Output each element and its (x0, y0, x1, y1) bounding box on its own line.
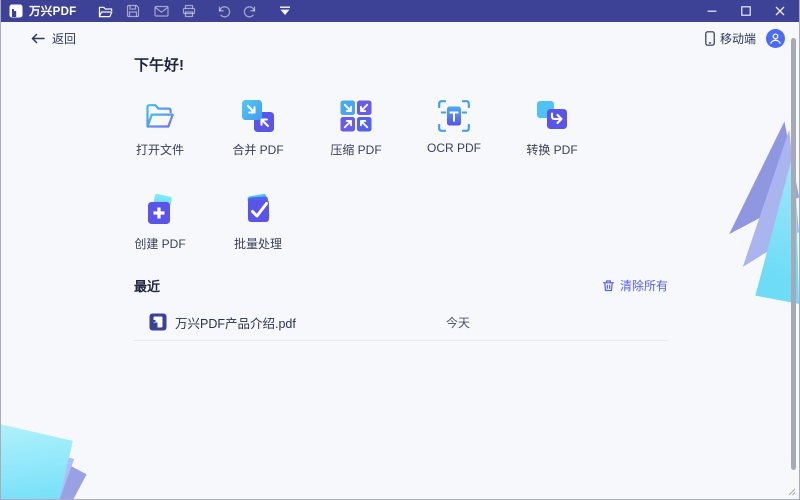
window-controls (699, 1, 793, 21)
action-label: OCR PDF (427, 141, 481, 155)
decoration-bottom-left-back (1, 446, 87, 499)
actions-row-2: 创建 PDF 批量处理 (111, 192, 307, 252)
clear-all-button[interactable]: 清除所有 (602, 277, 668, 294)
recent-file-row[interactable]: 万兴PDF产品介绍.pdf 今天 (134, 304, 668, 341)
back-label: 返回 (52, 31, 77, 46)
redo-icon[interactable] (242, 4, 259, 19)
open-folder-icon[interactable] (97, 4, 114, 19)
maximize-button[interactable] (733, 1, 759, 21)
mail-icon[interactable] (153, 4, 170, 19)
titlebar-history-tools (216, 4, 259, 19)
subheader: 返回 移动端 (1, 22, 799, 54)
resize-grip[interactable] (788, 488, 796, 496)
action-label: 批量处理 (233, 237, 282, 251)
trash-icon (602, 280, 615, 292)
clear-all-label: 清除所有 (619, 279, 668, 293)
print-icon[interactable] (181, 4, 198, 19)
actions-row-1: 打开文件 合并 PDF 压缩 PDF OCR PDF 转换 PDF (111, 98, 601, 158)
person-icon (770, 32, 781, 44)
titlebar-file-tools (97, 4, 198, 19)
minimize-button[interactable] (699, 1, 725, 21)
open-file-icon (142, 98, 178, 134)
toolbar-collapse-icon[interactable] (277, 4, 294, 19)
action-convert-pdf[interactable]: 转换 PDF (503, 98, 601, 158)
merge-pdf-icon (240, 98, 276, 134)
vertical-scrollbar[interactable] (791, 38, 796, 470)
titlebar: 万兴PDF (1, 0, 799, 22)
action-label: 打开文件 (135, 143, 184, 157)
mobile-label: 移动端 (719, 31, 756, 46)
action-batch-process[interactable]: 批量处理 (209, 192, 307, 252)
greeting-title: 下午好! (134, 57, 184, 74)
action-compress-pdf[interactable]: 压缩 PDF (307, 98, 405, 158)
convert-pdf-icon (534, 98, 570, 134)
action-label: 合并 PDF (232, 143, 284, 157)
action-label: 创建 PDF (134, 237, 186, 251)
action-ocr-pdf[interactable]: OCR PDF (405, 98, 503, 158)
decoration-bottom-left-mid (1, 436, 75, 499)
action-label: 转换 PDF (526, 143, 578, 157)
file-date: 今天 (446, 315, 471, 330)
file-name: 万兴PDF产品介绍.pdf (175, 316, 296, 331)
app-logo-icon (9, 4, 23, 18)
action-merge-pdf[interactable]: 合并 PDF (209, 98, 307, 158)
recent-title: 最近 (134, 279, 161, 294)
recent-section: 最近 清除所有 万兴PDF产品介绍.pdf 今天 (134, 276, 668, 341)
undo-icon[interactable] (216, 4, 233, 19)
action-open-file[interactable]: 打开文件 (111, 98, 209, 158)
back-arrow-icon (31, 33, 45, 43)
action-label: 压缩 PDF (330, 143, 382, 157)
pdf-file-icon (149, 313, 167, 331)
decoration-bottom-left-front (1, 422, 73, 499)
app-window: 万兴PDF 返回 移动端 下午好! 打开文件 合并 PDF 压缩 PDF OCR… (0, 0, 800, 500)
close-button[interactable] (767, 1, 793, 21)
create-pdf-icon (142, 192, 178, 228)
decoration-right-fan (702, 105, 799, 310)
account-avatar[interactable] (766, 28, 785, 48)
batch-process-icon (240, 192, 276, 228)
app-title: 万兴PDF (29, 6, 77, 18)
back-button[interactable]: 返回 (31, 30, 76, 47)
save-icon[interactable] (125, 4, 142, 19)
phone-icon (705, 30, 715, 46)
action-create-pdf[interactable]: 创建 PDF (111, 192, 209, 252)
ocr-pdf-icon (436, 98, 472, 134)
compress-pdf-icon (338, 98, 374, 134)
mobile-button[interactable]: 移动端 (705, 30, 756, 47)
